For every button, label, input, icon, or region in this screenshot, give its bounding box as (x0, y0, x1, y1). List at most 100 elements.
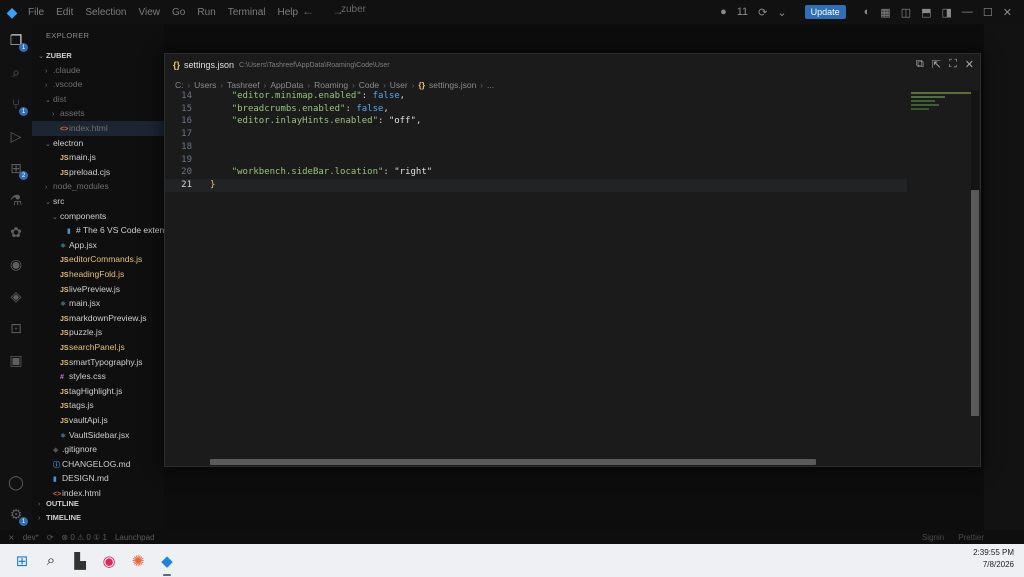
menu-file[interactable]: File (28, 7, 44, 18)
tree-item[interactable]: JStags.js (32, 398, 164, 413)
remote-status-icon[interactable]: ⨯ (8, 533, 15, 542)
media-player-icon[interactable]: ◉ (97, 549, 121, 573)
menu-selection[interactable]: Selection (85, 7, 126, 18)
tree-item[interactable]: › assets (32, 106, 164, 121)
tree-item[interactable]: JSmain.js (32, 150, 164, 165)
github-icon[interactable]: ◉ (6, 254, 26, 274)
source-control-icon[interactable]: ⑂ 1 (6, 94, 28, 116)
tree-item[interactable]: ▮ # The 6 VS Code extensions (32, 223, 164, 238)
remote-icon[interactable]: ✿ (6, 222, 26, 242)
chevron-down-icon[interactable]: ⌄ (777, 6, 786, 19)
tree-item[interactable]: JSmarkdownPreview.js (32, 311, 164, 326)
system-tray-clock[interactable]: 2:39:55 PM 7/8/2026 (973, 547, 1014, 571)
extensions-icon[interactable]: ⊞ 2 (6, 158, 28, 180)
prettier-status[interactable]: Prettier (958, 533, 984, 542)
tree-item[interactable]: <>index.html (32, 121, 164, 136)
tree-item[interactable]: › TIMELINE (32, 510, 164, 525)
command-center-search[interactable]: zuber (335, 4, 635, 20)
vertical-scroll-thumb[interactable] (971, 190, 979, 416)
layout-icon[interactable]: ▦ (880, 6, 890, 19)
breadcrumb-item[interactable]: C: (175, 80, 184, 90)
package-icon[interactable]: ▣ (6, 350, 26, 370)
breadcrumb-more[interactable]: ... (487, 80, 494, 90)
vscode-taskbar-icon[interactable]: ◆ (155, 549, 179, 576)
gear-icon[interactable]: ⚙ 1 (6, 504, 28, 526)
toggle-secondary-sidebar-icon[interactable]: ◨ (942, 6, 952, 19)
menu-go[interactable]: Go (172, 7, 185, 18)
sync-icon[interactable]: ⟳ (758, 6, 767, 19)
toggle-panel-icon[interactable]: ⬒ (921, 6, 931, 19)
tree-item[interactable]: ⌄ components (32, 209, 164, 224)
menu-run[interactable]: Run (197, 7, 215, 18)
windows-start-icon[interactable]: ⊞ (10, 549, 34, 573)
maximize-modal-icon[interactable]: ⛶ (949, 58, 957, 71)
horizontal-scroll-thumb[interactable] (210, 459, 816, 465)
record-icon[interactable]: ● (720, 6, 727, 18)
tree-item[interactable]: ◆ .gitignore (32, 442, 164, 457)
minimap[interactable] (911, 92, 971, 122)
tree-item[interactable]: ⌄ src (32, 194, 164, 209)
minimize-icon[interactable]: — (962, 6, 973, 18)
close-window-icon[interactable]: ✕ (1003, 6, 1012, 19)
tree-item[interactable]: ⌄ dist (32, 92, 164, 107)
tree-item[interactable]: ⌄ ZUBER (32, 48, 164, 63)
tree-item[interactable]: JSsmartTypography.js (32, 355, 164, 370)
menu-terminal[interactable]: Terminal (228, 7, 266, 18)
tree-item[interactable]: JSvaultApi.js (32, 413, 164, 428)
tree-item[interactable]: › node_modules (32, 179, 164, 194)
tree-item[interactable]: ⚛ App.jsx (32, 238, 164, 253)
tree-item[interactable]: JSpreload.cjs (32, 165, 164, 180)
tree-item[interactable]: › .vscode (32, 77, 164, 92)
maximize-icon[interactable]: ☐ (983, 6, 993, 19)
explorer-icon[interactable]: ❐ 1 (6, 30, 28, 52)
back-arrow-icon[interactable]: ← (302, 4, 314, 18)
update-button[interactable]: Update (804, 5, 846, 19)
claude-app-icon[interactable]: ✺ (126, 549, 150, 573)
tree-item[interactable]: › OUTLINE (32, 496, 164, 511)
docker-icon[interactable]: ⊡ (6, 318, 26, 338)
breadcrumb-file[interactable]: settings.json (429, 80, 476, 90)
tree-item[interactable]: ⚛ VaultSidebar.jsx (32, 428, 164, 443)
problems-status[interactable]: ⊗ 0 ⚠ 0 ① 1 (61, 533, 107, 542)
vscode-logo-icon[interactable]: ◆ (0, 0, 24, 24)
account-icon[interactable]: ◯ (6, 472, 26, 492)
testing-icon[interactable]: ⚗ (6, 190, 26, 210)
search-icon[interactable]: ⌕ (6, 62, 26, 82)
breadcrumb-item[interactable]: Tashreef (227, 80, 260, 90)
copy-icon[interactable]: ⧉ (916, 58, 924, 71)
account-icon[interactable]: ◐ (864, 6, 871, 18)
breadcrumb-item[interactable]: Users (194, 80, 216, 90)
tree-item[interactable]: JSsearchPanel.js (32, 340, 164, 355)
breadcrumb-item[interactable]: AppData (270, 80, 303, 90)
search-icon[interactable]: ⌕ (39, 549, 63, 573)
tree-item[interactable]: JSpuzzle.js (32, 325, 164, 340)
menu-help[interactable]: Help (278, 7, 299, 18)
tree-item[interactable]: JStagHighlight.js (32, 384, 164, 399)
sync-status[interactable]: ⟳ (47, 533, 54, 542)
git-graph-icon[interactable]: ◈ (6, 286, 26, 306)
tree-item[interactable]: ⓘ CHANGELOG.md (32, 457, 164, 472)
vertical-scrollbar[interactable] (971, 90, 979, 416)
tree-item[interactable]: ▮ DESIGN.md (32, 471, 164, 486)
tree-item[interactable]: ⌄ electron (32, 136, 164, 151)
tree-item[interactable]: ⚛ main.jsx (32, 296, 164, 311)
toggle-sidebar-icon[interactable]: ◫ (901, 6, 911, 19)
tree-item[interactable]: JSeditorCommands.js (32, 252, 164, 267)
breadcrumb-item[interactable]: Roaming (314, 80, 348, 90)
menu-edit[interactable]: Edit (56, 7, 73, 18)
tree-item[interactable]: JSlivePreview.js (32, 282, 164, 297)
close-modal-icon[interactable]: ✕ (965, 58, 974, 71)
tree-item[interactable]: # styles.css (32, 369, 164, 384)
branch-status[interactable]: dev* (23, 533, 39, 542)
code-editor[interactable]: 14 "editor.minimap.enabled": false, 15 "b… (165, 90, 965, 458)
signin-status[interactable]: Signin (922, 533, 944, 542)
tree-item[interactable]: › .claude (32, 63, 164, 78)
tree-item[interactable]: JSheadingFold.js (32, 267, 164, 282)
launchpad-status[interactable]: Launchpad (115, 533, 155, 542)
menu-view[interactable]: View (139, 7, 161, 18)
open-in-editor-icon[interactable]: ⇱ (932, 58, 941, 71)
breadcrumb-item[interactable]: User (390, 80, 408, 90)
breadcrumb-item[interactable]: Code (359, 80, 379, 90)
task-view-icon[interactable]: ▙ (68, 549, 92, 573)
run-debug-icon[interactable]: ▷ (6, 126, 26, 146)
